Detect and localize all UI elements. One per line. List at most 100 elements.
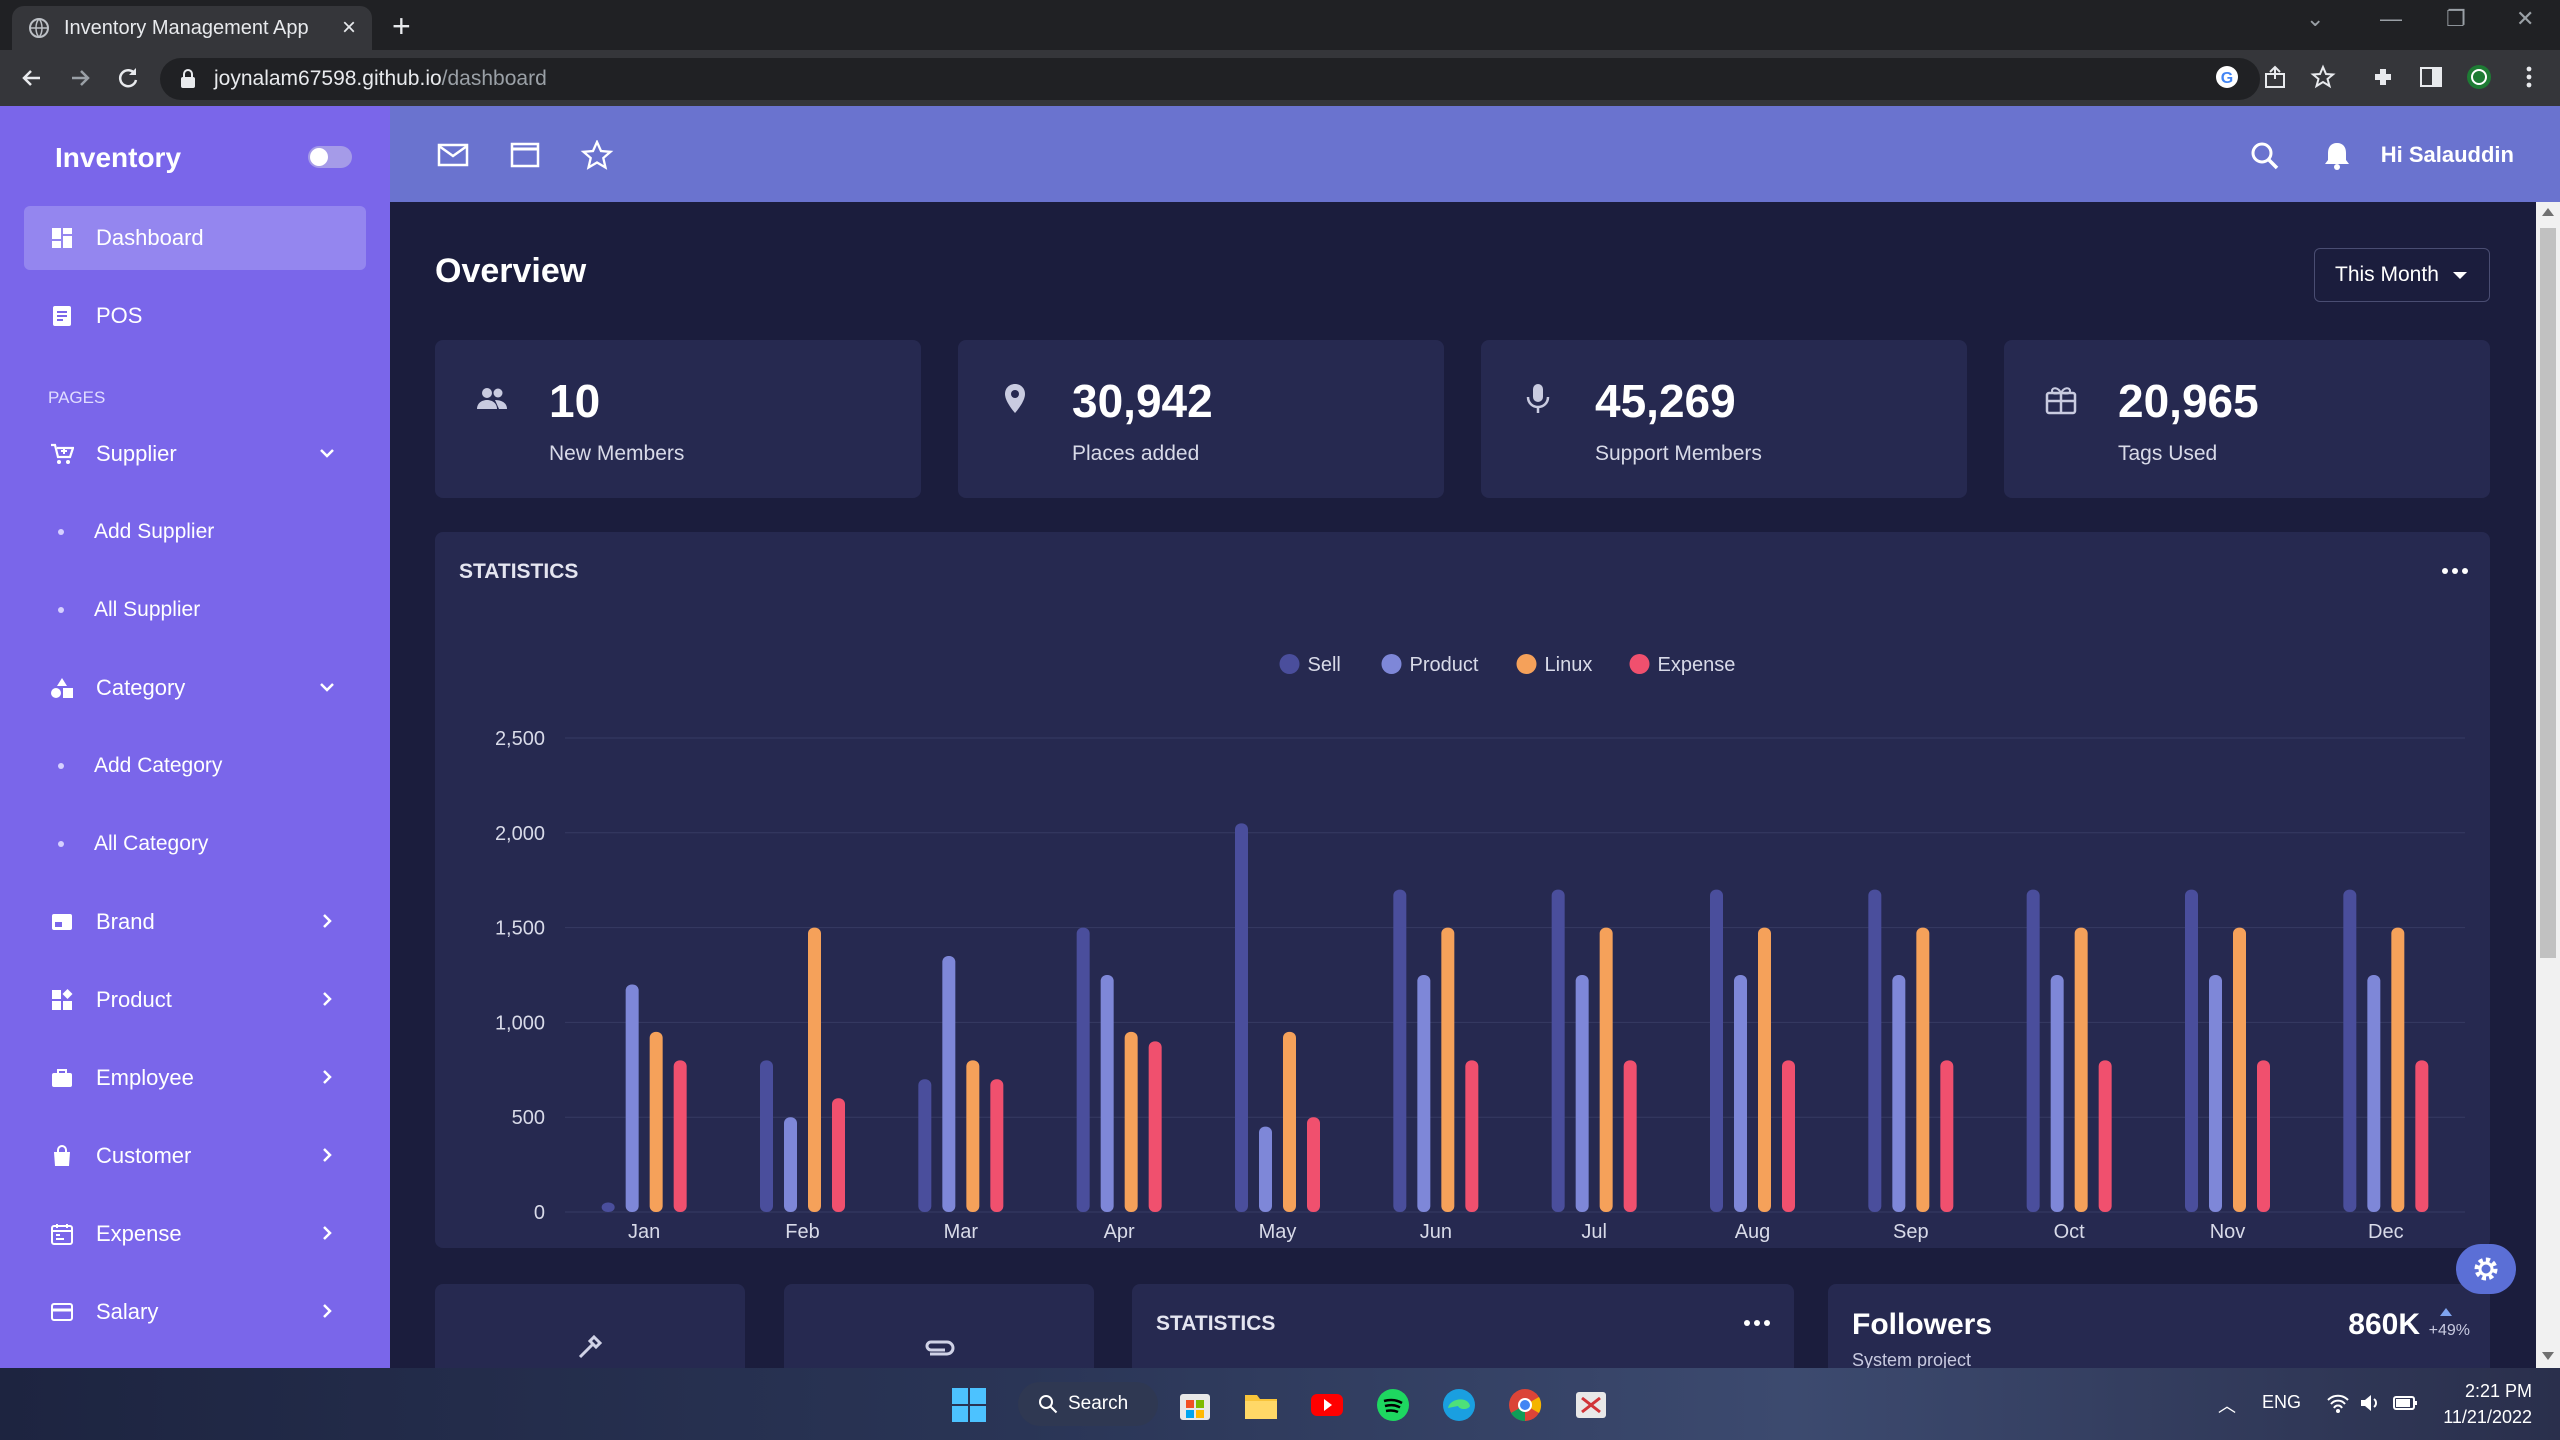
language-indicator[interactable]: ENG xyxy=(2262,1392,2301,1413)
volume-icon[interactable] xyxy=(2358,1392,2382,1414)
stat-card-members: 10 New Members xyxy=(435,340,921,498)
legend-label: Product xyxy=(1410,654,1479,676)
briefcase-icon xyxy=(52,1069,72,1087)
card-title: STATISTICS xyxy=(1156,1312,1276,1335)
stat-value: 20,965 xyxy=(2118,375,2259,427)
tool-card xyxy=(435,1284,745,1368)
browser-menu-icon[interactable] xyxy=(2516,64,2542,90)
bar-linux xyxy=(2391,927,2405,1212)
profile-avatar-icon[interactable] xyxy=(2466,64,2492,90)
legend-swatch xyxy=(1381,654,1402,674)
sidebar-item-product[interactable]: Product xyxy=(24,968,366,1032)
bar-sell xyxy=(1710,889,1723,1212)
scroll-up-icon[interactable] xyxy=(2542,208,2554,216)
tab-title: Inventory Management App xyxy=(64,16,309,39)
snipping-tool-icon[interactable] xyxy=(1572,1386,1610,1424)
product-icon xyxy=(52,989,73,1010)
spotify-icon[interactable] xyxy=(1374,1386,1412,1424)
share-icon[interactable] xyxy=(2262,64,2288,90)
browser-tab[interactable]: Inventory Management App × xyxy=(12,6,372,50)
edge-icon[interactable] xyxy=(1440,1386,1478,1424)
settings-fab[interactable] xyxy=(2456,1244,2516,1294)
bar-expense xyxy=(1623,1060,1637,1212)
bar-linux xyxy=(966,1060,980,1212)
followers-subtitle: System project xyxy=(1852,1350,1972,1368)
more-options-icon[interactable] xyxy=(1744,1318,1772,1328)
sidebar-item-label: Supplier xyxy=(96,441,177,466)
paperclip-icon[interactable] xyxy=(922,1336,956,1360)
sidebar-item-salary[interactable]: Salary xyxy=(24,1280,366,1344)
tray-overflow-icon[interactable]: ︿ xyxy=(2218,1392,2236,1418)
address-bar[interactable]: joynalam67598.github.io/dashboard xyxy=(160,58,2260,100)
sidebar-item-supplier[interactable]: Supplier xyxy=(24,422,366,486)
stat-label: Places added xyxy=(1072,442,1200,465)
bar-product xyxy=(1892,975,1906,1212)
minimize-icon[interactable]: — xyxy=(2380,6,2402,32)
restore-icon[interactable]: ❐ xyxy=(2446,6,2466,32)
y-tick-label: 2,500 xyxy=(495,728,545,750)
page-scrollbar[interactable] xyxy=(2536,202,2560,1368)
sidebar-item-brand[interactable]: Brand xyxy=(24,890,366,954)
period-dropdown[interactable]: This Month xyxy=(2314,248,2490,302)
window-icon[interactable] xyxy=(508,140,542,170)
sidebar-item-label: Expense xyxy=(96,1221,182,1246)
sidebar-item-label: Category xyxy=(96,675,186,700)
back-icon[interactable] xyxy=(18,64,46,92)
sidebar-subitem-add-supplier[interactable]: Add Supplier xyxy=(24,500,366,564)
sidebar-item-employee[interactable]: Employee xyxy=(24,1046,366,1110)
sidebar-item-expense[interactable]: Expense xyxy=(24,1202,366,1266)
sidebar-item-dashboard[interactable]: Dashboard xyxy=(24,206,366,270)
sidebar-item-customer[interactable]: Customer xyxy=(24,1124,366,1188)
sidebar-subitem-all-supplier[interactable]: All Supplier xyxy=(24,578,366,642)
chrome-icon[interactable] xyxy=(1506,1386,1544,1424)
browser-toolbar: joynalam67598.github.io/dashboard xyxy=(0,50,2560,106)
search-icon[interactable] xyxy=(2248,140,2282,170)
sidebar-subitem-add-category[interactable]: Add Category xyxy=(24,734,366,798)
side-panel-icon[interactable] xyxy=(2418,64,2444,90)
chevron-right-icon xyxy=(323,1148,332,1162)
statistics-bar-chart: 0 500 1,000 1,500 2,000 2,500 Sell Product Linux… xyxy=(495,654,2465,1243)
tab-search-icon[interactable]: ⌄ xyxy=(2306,6,2324,32)
file-explorer-icon[interactable] xyxy=(1242,1386,1280,1424)
star-icon[interactable] xyxy=(580,140,614,170)
bar-linux xyxy=(1124,1031,1138,1212)
stat-card-places: 30,942 Places added xyxy=(958,340,1444,498)
followers-title: Followers xyxy=(1852,1308,1993,1341)
battery-icon[interactable] xyxy=(2392,1392,2418,1414)
clock[interactable]: 2:21 PM 11/21/2022 xyxy=(2443,1378,2532,1430)
bar-linux xyxy=(2074,927,2088,1212)
forward-icon[interactable] xyxy=(66,64,94,92)
google-icon[interactable]: G xyxy=(2214,64,2240,90)
eyedropper-icon[interactable] xyxy=(575,1332,605,1362)
x-tick-label: May xyxy=(1259,1221,1297,1243)
bar-product xyxy=(942,956,956,1212)
scrollbar-thumb[interactable] xyxy=(2540,228,2556,958)
mail-icon[interactable] xyxy=(436,140,470,170)
url-host: joynalam67598.github.io xyxy=(214,67,442,90)
taskbar-search[interactable]: Search xyxy=(1018,1382,1158,1426)
extensions-icon[interactable] xyxy=(2370,64,2396,90)
dashboard-icon xyxy=(52,228,72,248)
bell-icon[interactable] xyxy=(2320,140,2354,170)
close-window-icon[interactable]: ✕ xyxy=(2516,6,2534,32)
sidebar-item-pos[interactable]: POS xyxy=(24,284,366,348)
sidebar-subitem-all-category[interactable]: All Category xyxy=(24,812,366,876)
windows-start-icon[interactable] xyxy=(950,1386,988,1424)
sidebar-item-label: Brand xyxy=(96,909,155,934)
search-icon xyxy=(1039,1395,1058,1414)
reload-icon[interactable] xyxy=(114,64,142,92)
sidebar-item-category[interactable]: Category xyxy=(24,656,366,720)
wifi-icon[interactable] xyxy=(2326,1392,2350,1414)
x-tick-label: Feb xyxy=(785,1221,819,1243)
new-tab-button[interactable]: + xyxy=(392,8,411,45)
close-tab-icon[interactable]: × xyxy=(342,14,356,42)
store-icon[interactable] xyxy=(1176,1386,1214,1424)
scroll-down-icon[interactable] xyxy=(2542,1352,2554,1360)
youtube-icon[interactable] xyxy=(1308,1386,1346,1424)
bookmark-star-icon[interactable] xyxy=(2310,64,2336,90)
bar-linux xyxy=(649,1031,663,1212)
bullet-icon xyxy=(58,841,64,847)
y-tick-label: 500 xyxy=(512,1107,545,1129)
user-greeting[interactable]: Hi Salauddin xyxy=(2381,142,2514,168)
theme-toggle[interactable] xyxy=(308,146,352,168)
